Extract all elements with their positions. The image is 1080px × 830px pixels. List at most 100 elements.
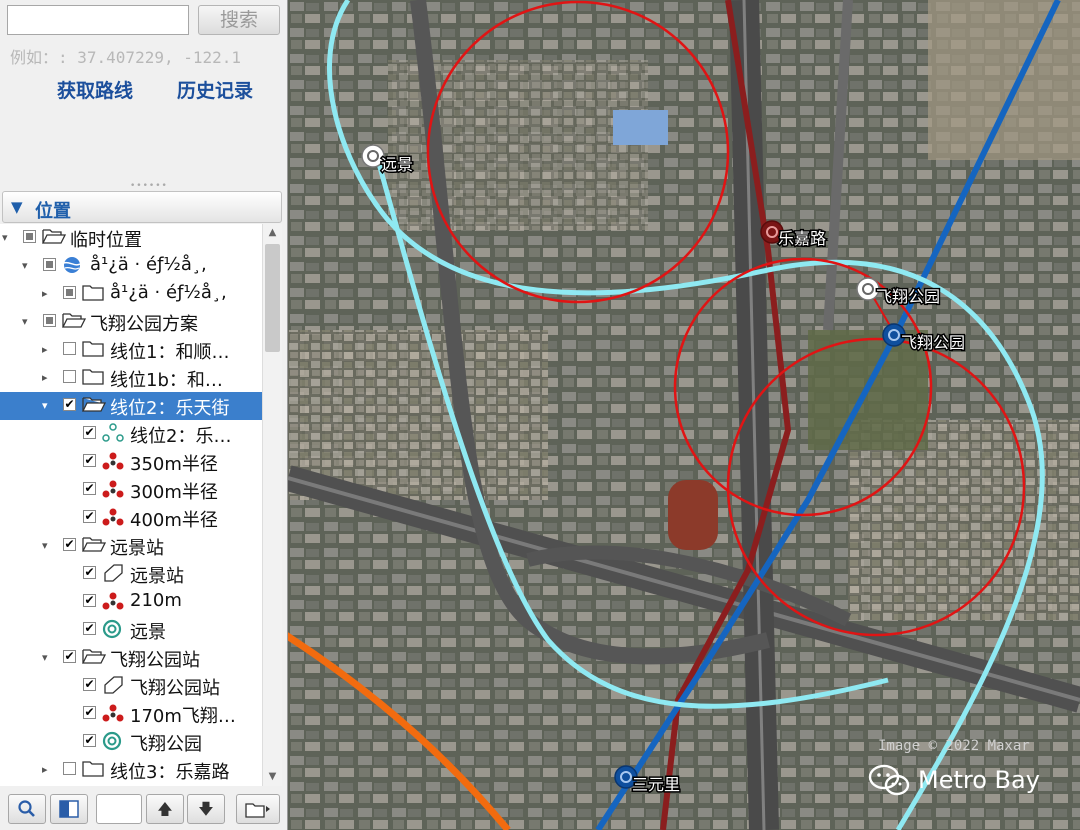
move-down-button[interactable]: 🡇 (187, 794, 225, 824)
tree-row[interactable]: ▾ 飞翔公园方案 (0, 308, 262, 336)
blank-field[interactable] (96, 794, 142, 824)
folder-dropdown-icon (245, 803, 270, 818)
tree-checkbox[interactable]: ✔ (63, 650, 76, 663)
tree-checkbox[interactable]: ✔ (83, 426, 96, 439)
tree-checkbox[interactable]: ✔ (83, 482, 96, 495)
map-label-sanyuanli: 三元里 (632, 775, 680, 794)
tree-item-label: 远景 (130, 622, 166, 643)
tree-checkbox[interactable] (63, 370, 76, 383)
folder-icon (82, 367, 104, 387)
tree-row[interactable]: ▾ ✔ 线位2：乐天街 (0, 392, 262, 420)
expand-arrow-down-icon[interactable]: ▾ (22, 259, 28, 272)
scroll-up-icon[interactable]: ▲ (263, 224, 282, 242)
tree-item-label: 210m (130, 590, 182, 611)
tree-row[interactable]: ✔ 飞翔公园 (0, 728, 262, 756)
search-places-button[interactable] (8, 794, 46, 824)
folder-open-icon (61, 311, 87, 331)
folder-icon (82, 283, 104, 303)
folder-open-icon (81, 395, 107, 415)
tree-row[interactable]: ✔ 350m半径 (0, 448, 262, 476)
expand-arrow-down-icon[interactable]: ▾ (42, 539, 48, 552)
tree-checkbox[interactable]: ✔ (83, 622, 96, 635)
scroll-down-icon[interactable]: ▼ (263, 768, 282, 786)
tree-item-label: 飞翔公园方案 (90, 314, 198, 335)
tree-row[interactable]: ▾ å¹¿ä · éƒ½å¸‚ (0, 252, 262, 280)
tree-row[interactable]: ✔ 飞翔公园站 (0, 672, 262, 700)
tree-row[interactable]: ▸ 线位3：乐嘉路 (0, 756, 262, 784)
tree-checkbox[interactable]: ✔ (83, 454, 96, 467)
tree-item-label: 350m半径 (130, 454, 218, 475)
tree-checkbox[interactable]: ✔ (83, 734, 96, 747)
expand-arrow-down-icon[interactable]: ▾ (42, 651, 48, 664)
tree-item-label: 飞翔公园站 (110, 650, 200, 671)
tree-row[interactable]: ✔ 远景 (0, 616, 262, 644)
tree-row[interactable]: ✔ 300m半径 (0, 476, 262, 504)
splitter-handle[interactable]: •••••• (130, 181, 168, 191)
open-lot (928, 0, 1080, 160)
tree-checkbox[interactable] (63, 342, 76, 355)
tree-checkbox[interactable]: ✔ (83, 678, 96, 691)
tree-row[interactable]: ✔ 170m飞翔… (0, 700, 262, 728)
satellite-map[interactable]: 远景 乐嘉路 飞翔公园 飞翔公园 三元里 (288, 0, 1080, 830)
map-view[interactable]: 远景 乐嘉路 飞翔公园 飞翔公园 三元里 Image © 2022 Maxar … (288, 0, 1080, 830)
tree-row[interactable]: ▸ å¹¿ä · éƒ½å¸‚ (0, 280, 262, 308)
map-label-yuanjing: 远景 (381, 155, 413, 174)
folder-open-icon (41, 227, 67, 247)
tree-checkbox[interactable] (43, 314, 56, 327)
polygon-marker-icon (102, 703, 124, 723)
tree-row[interactable]: ✔ 400m半径 (0, 504, 262, 532)
blue-roof (613, 110, 668, 145)
tree-checkbox[interactable] (43, 258, 56, 271)
tree-checkbox[interactable]: ✔ (83, 566, 96, 579)
scroll-thumb[interactable] (265, 244, 280, 352)
tree-row[interactable]: ✔ 210m (0, 588, 262, 616)
tree-row[interactable]: ✔ 远景站 (0, 560, 262, 588)
search-example-hint: 例如：: 37.407229, -122.1 (10, 48, 242, 67)
move-up-button[interactable]: 🡅 (146, 794, 184, 824)
folder-menu-button[interactable] (236, 794, 280, 824)
tree-item-label: 线位1b：和… (110, 370, 223, 391)
expand-arrow-down-icon[interactable]: ▾ (42, 399, 48, 412)
expand-arrow-right-icon[interactable]: ▸ (42, 763, 48, 776)
expand-arrow-right-icon[interactable]: ▸ (42, 371, 48, 384)
tree-scrollbar[interactable]: ▲ ▼ (262, 224, 282, 786)
tree-checkbox[interactable]: ✔ (63, 398, 76, 411)
tree-row[interactable]: ▸ 线位1：和顺… (0, 336, 262, 364)
tree-checkbox[interactable]: ✔ (83, 510, 96, 523)
tree-checkbox[interactable]: ✔ (83, 594, 96, 607)
polygon-marker-icon (102, 451, 124, 471)
tree-checkbox[interactable] (23, 230, 36, 243)
expand-arrow-down-icon[interactable]: ▾ (22, 315, 28, 328)
sidebar: 搜索 例如：: 37.407229, -122.1 获取路线 历史记录 ••••… (0, 0, 288, 830)
tree-row[interactable]: ▸ 线位1b：和… (0, 364, 262, 392)
arrow-down-icon: 🡇 (198, 800, 214, 818)
places-panel-header[interactable]: ▼ 位置 (2, 191, 282, 223)
map-label-feixiang-2: 飞翔公园 (901, 333, 965, 352)
toggle-panel-button[interactable] (50, 794, 88, 824)
tree-checkbox[interactable]: ✔ (83, 706, 96, 719)
tree-checkbox[interactable]: ✔ (63, 538, 76, 551)
tree-row[interactable]: ✔ 线位2：乐… (0, 420, 262, 448)
tree-row[interactable]: ▾ 临时位置 (0, 224, 262, 252)
tree-item-label: 飞翔公园 (130, 734, 202, 755)
expand-arrow-down-icon[interactable]: ▾ (2, 231, 8, 244)
path-icon (102, 423, 124, 443)
search-input[interactable] (7, 5, 189, 35)
get-route-link[interactable]: 获取路线 (57, 76, 133, 103)
search-button[interactable]: 搜索 (198, 5, 280, 35)
tree-checkbox[interactable] (63, 762, 76, 775)
tree-row[interactable]: ▾ ✔ 远景站 (0, 532, 262, 560)
folder-open-icon (81, 535, 107, 555)
tree-item-label: 远景站 (110, 538, 164, 559)
wechat-icon (868, 764, 910, 796)
folder-icon (82, 759, 104, 779)
tree-item-label: å¹¿ä · éƒ½å¸‚ (110, 282, 227, 303)
expand-arrow-right-icon[interactable]: ▸ (42, 287, 48, 300)
expand-arrow-right-icon[interactable]: ▸ (42, 343, 48, 356)
imagery-patch (288, 330, 548, 500)
tree-checkbox[interactable] (63, 286, 76, 299)
collapse-triangle-icon[interactable]: ▼ (11, 198, 23, 216)
running-track (668, 480, 718, 550)
tree-row[interactable]: ▾ ✔ 飞翔公园站 (0, 644, 262, 672)
history-link[interactable]: 历史记录 (177, 76, 253, 103)
